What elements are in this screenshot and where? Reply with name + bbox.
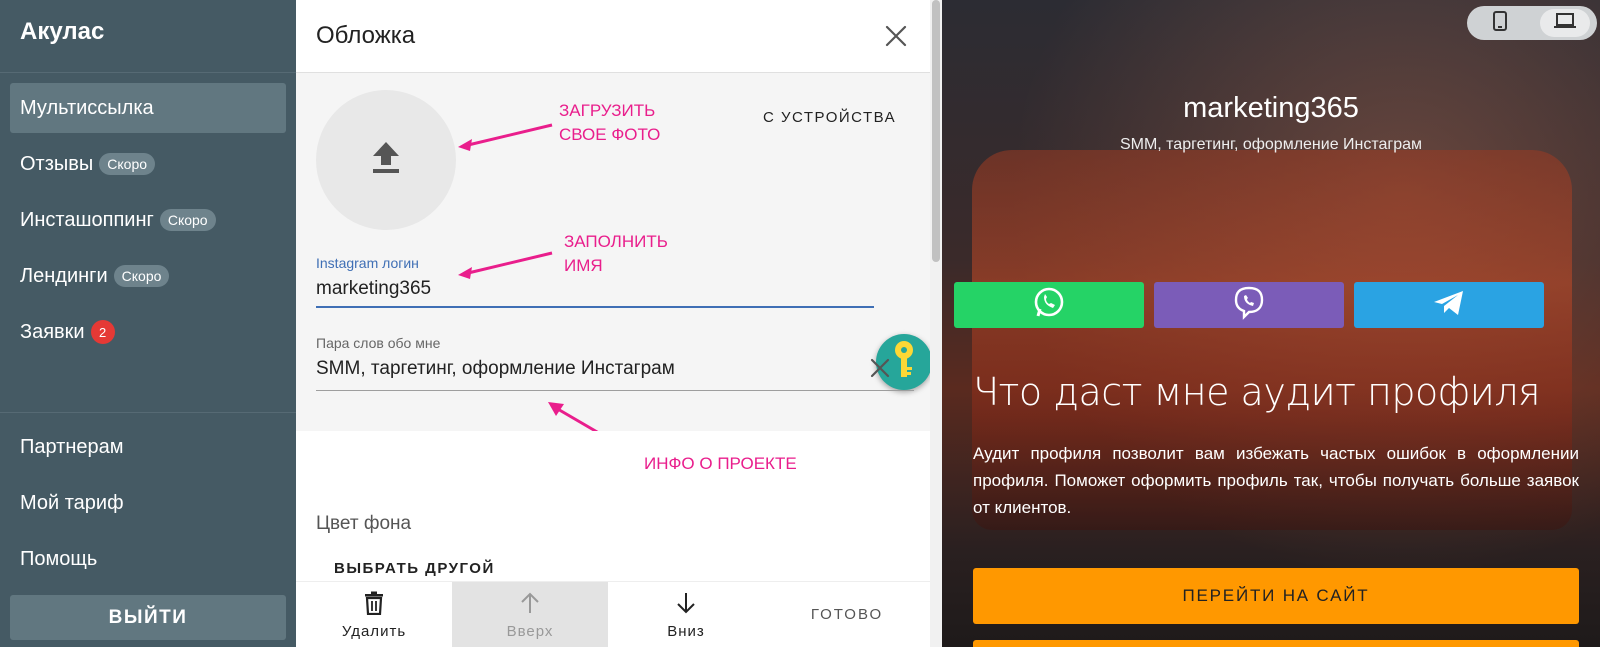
move-up-label: Вверх: [506, 622, 554, 640]
sidebar-item-label: Мультиссылка: [20, 96, 154, 119]
whatsapp-button[interactable]: [954, 282, 1144, 328]
preview-text: Аудит профиля позволит вам избежать част…: [973, 444, 1579, 517]
sidebar-divider: [0, 412, 296, 413]
app-root: Акулас Мультиссылка Отзывы Скоро Инсташо…: [0, 0, 1600, 647]
sidebar-item-requests[interactable]: Заявки 2: [10, 307, 286, 357]
editor-header: Обложка: [296, 0, 930, 73]
close-icon[interactable]: [882, 22, 910, 50]
move-down-button[interactable]: Вниз: [608, 582, 764, 647]
sidebar-item-label: Лендинги: [20, 264, 108, 287]
sidebar-item-reviews[interactable]: Отзывы Скоро: [10, 139, 286, 189]
background-section: ИНФО О ПРОЕКТЕ Цвет фона ВЫБРАТЬ ДРУГОЙ: [296, 431, 930, 581]
sidebar-item-instashopping[interactable]: Инсташоппинг Скоро: [10, 195, 286, 245]
sidebar-item-label: Партнерам: [20, 435, 124, 458]
delete-button[interactable]: Удалить: [296, 582, 452, 647]
annotation-line: ЗАГРУЗИТЬ: [559, 101, 656, 120]
laptop-icon: [1553, 12, 1576, 34]
sidebar-item-tariff[interactable]: Мой тариф: [10, 478, 286, 528]
viber-icon: [1233, 286, 1265, 325]
telegram-button[interactable]: [1354, 282, 1544, 328]
sidebar: Акулас Мультиссылка Отзывы Скоро Инсташо…: [0, 0, 296, 647]
editor-toolbar: Удалить Вверх Вниз ГОТОВО: [296, 581, 930, 647]
cover-editor-panel: Обложка С УСТРОЙСТВА ЗАГРУЗИТЬ СВОЕ ФОТО: [296, 0, 930, 647]
preview-subtitle: SMM, таргетинг, оформление Инстаграм: [1119, 136, 1423, 153]
whatsapp-icon: [1032, 286, 1066, 325]
soon-badge: Скоро: [159, 209, 216, 231]
sidebar-item-help[interactable]: Помощь: [10, 534, 286, 584]
annotation-line: ИМЯ: [564, 256, 603, 275]
sidebar-item-label: Помощь: [20, 547, 98, 570]
background-color-label: Цвет фона: [316, 513, 412, 534]
about-label: Пара слов обо мне: [316, 335, 441, 351]
sidebar-item-landings[interactable]: Лендинги Скоро: [10, 251, 286, 301]
arrow-up-icon: [519, 591, 541, 619]
sidebar-item-label: Отзывы: [20, 152, 94, 175]
arrow-down-icon: [675, 591, 697, 619]
telegram-icon: [1432, 289, 1466, 322]
annotation-line: СВОЕ ФОТО: [559, 125, 661, 144]
brand-logo[interactable]: Акулас: [0, 0, 296, 73]
annotation-name: ЗАПОЛНИТЬ ИМЯ: [564, 230, 668, 278]
mobile-preview: marketing365 SMM, таргетинг, оформление …: [942, 0, 1600, 647]
annotation-upload: ЗАГРУЗИТЬ СВОЕ ФОТО: [559, 99, 660, 147]
scrollbar-thumb[interactable]: [932, 0, 940, 262]
soon-badge: Скоро: [99, 153, 156, 175]
laptop-view-button[interactable]: [1539, 9, 1590, 37]
soon-badge: Скоро: [113, 265, 170, 287]
go-to-site-button[interactable]: ПЕРЕЙТИ НА САЙТ: [973, 568, 1579, 624]
count-badge: 2: [90, 320, 115, 344]
viber-button[interactable]: [1154, 282, 1344, 328]
from-device-button[interactable]: С УСТРОЙСТВА: [763, 109, 896, 126]
avatar-upload-button[interactable]: [316, 90, 456, 230]
page-title: Обложка: [316, 22, 416, 49]
mobile-icon: [1492, 10, 1507, 36]
mobile-view-button[interactable]: [1475, 9, 1525, 37]
sidebar-item-label: Заявки: [20, 320, 85, 343]
second-cta-button[interactable]: [973, 640, 1579, 647]
about-input[interactable]: SMM, таргетинг, оформление Инстаграм: [316, 358, 675, 380]
instagram-login-label: Instagram логин: [316, 255, 419, 271]
annotation-arrow: [458, 251, 553, 279]
sidebar-item-partners[interactable]: Партнерам: [10, 422, 286, 472]
sidebar-item-multilink[interactable]: Мультиссылка: [10, 83, 286, 133]
device-switch: [1467, 6, 1597, 40]
editor-scrollbar[interactable]: [930, 0, 942, 647]
trash-icon: [363, 591, 385, 619]
choose-other-button[interactable]: ВЫБРАТЬ ДРУГОЙ: [334, 560, 495, 577]
sidebar-bottom-nav: Партнерам Мой тариф Помощь: [0, 422, 296, 590]
editor-form: С УСТРОЙСТВА ЗАГРУЗИТЬ СВОЕ ФОТО ЗАПОЛНИ…: [296, 73, 930, 431]
about-underline: [316, 390, 914, 391]
sidebar-item-label: Мой тариф: [20, 491, 124, 514]
preview-heading: Что даст мне аудит профиля: [973, 370, 1541, 414]
sidebar-item-label: Инсташоппинг: [20, 208, 154, 231]
key-icon: [891, 340, 917, 385]
instagram-login-underline: [316, 306, 874, 308]
done-button[interactable]: ГОТОВО: [764, 582, 930, 647]
move-down-label: Вниз: [667, 622, 705, 640]
sidebar-nav: Мультиссылка Отзывы Скоро Инсташоппинг С…: [0, 73, 296, 357]
delete-label: Удалить: [341, 622, 407, 640]
move-up-button[interactable]: Вверх: [452, 582, 608, 647]
upload-icon: [371, 141, 401, 180]
clear-icon[interactable]: [870, 358, 890, 383]
annotation-info: ИНФО О ПРОЕКТЕ: [644, 454, 797, 473]
annotation-line: ЗАПОЛНИТЬ: [564, 232, 668, 251]
logout-button[interactable]: ВЫЙТИ: [10, 595, 286, 640]
annotation-arrow: [458, 123, 553, 151]
preview-title: marketing365: [1183, 92, 1359, 124]
instagram-login-input[interactable]: marketing365: [316, 278, 431, 300]
